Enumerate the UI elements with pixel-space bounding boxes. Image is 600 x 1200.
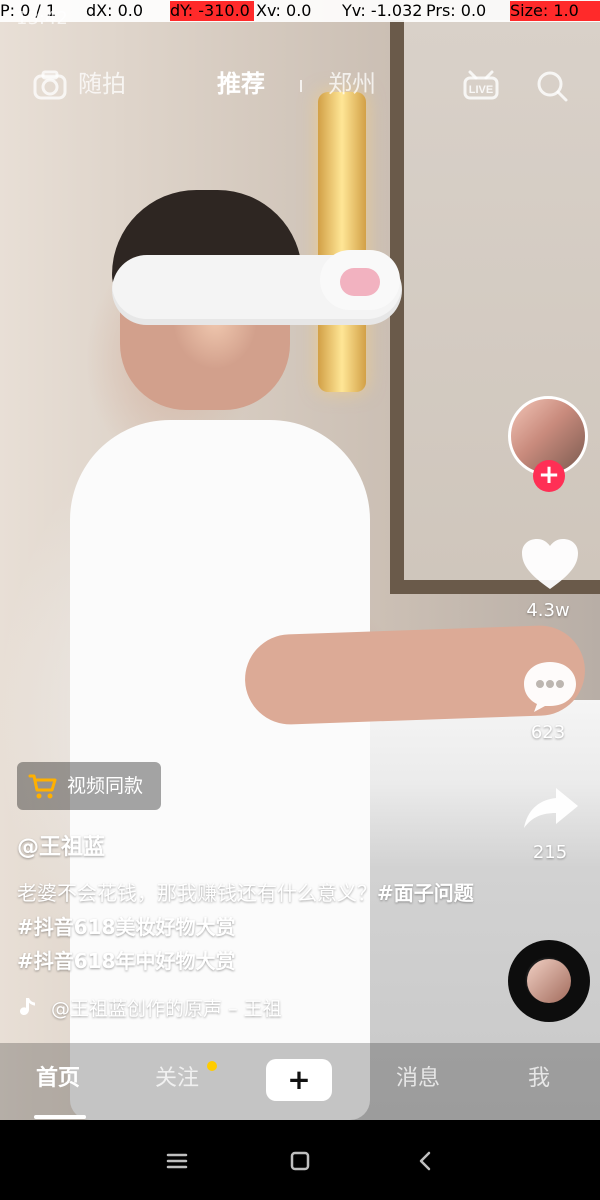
- system-navigation-bar: [0, 1120, 600, 1200]
- hud-prs: Prs: 0.0: [426, 1, 487, 20]
- top-navigation: 随拍 推荐 郑州 LIVE: [0, 58, 600, 114]
- bottom-tabbar: 首页 关注 + 消息 我: [0, 1043, 600, 1120]
- wall-lamp: [318, 92, 366, 392]
- hashtag[interactable]: #面子问题: [377, 881, 474, 905]
- notification-dot: [207, 1061, 217, 1071]
- hud-yv: Yv: -1.032: [342, 1, 423, 20]
- tab-recommend[interactable]: 推荐: [217, 68, 265, 100]
- caption-text: 老婆不会花钱，那我赚钱还有什么意义？#面子问题 #抖音618美妆好物大赏 #抖音…: [17, 876, 477, 978]
- music-disc-icon[interactable]: [508, 940, 590, 1022]
- svg-text:LIVE: LIVE: [469, 84, 493, 96]
- create-button[interactable]: +: [262, 1059, 336, 1101]
- debug-overlay: P: 0 / 1 dX: 0.0 dY: -310.0 Xv: 0.0 Yv: …: [0, 0, 600, 22]
- like-count: 4.3w: [526, 600, 570, 621]
- tiktok-note-icon: [17, 996, 39, 1018]
- create-plus: +: [287, 1063, 311, 1096]
- hud-size: Size: 1.0: [510, 1, 600, 21]
- comment-icon[interactable]: [518, 656, 582, 714]
- share-count: 215: [532, 842, 568, 863]
- comment-count: 623: [530, 722, 566, 743]
- search-icon[interactable]: [532, 66, 572, 106]
- caption-plain: 老婆不会花钱，那我赚钱还有什么意义？: [17, 881, 377, 905]
- camera-icon[interactable]: [30, 66, 70, 106]
- tab-home-underline: [34, 1115, 86, 1119]
- camera-label[interactable]: 随拍: [78, 68, 126, 100]
- tab-home[interactable]: 首页: [36, 1063, 80, 1095]
- like-heart-icon[interactable]: [518, 535, 582, 593]
- tab-messages[interactable]: 消息: [396, 1063, 440, 1095]
- hashtag[interactable]: #抖音618美妆好物大赏: [17, 915, 236, 939]
- live-icon[interactable]: LIVE: [462, 68, 500, 100]
- tab-local[interactable]: 郑州: [328, 68, 376, 100]
- tab-follow[interactable]: 关注: [155, 1063, 199, 1095]
- tab-separator: [300, 80, 302, 92]
- tab-me[interactable]: 我: [528, 1063, 550, 1095]
- music-disc-thumbnail: [527, 959, 571, 1003]
- creator-username[interactable]: @王祖蓝: [17, 832, 477, 864]
- hud-dx: dX: 0.0: [86, 1, 144, 20]
- share-arrow-icon[interactable]: [520, 782, 582, 834]
- screen: P: 0 / 1 dX: 0.0 dY: -310.0 Xv: 0.0 Yv: …: [0, 0, 600, 1200]
- bunny-ear-inner: [340, 268, 380, 296]
- hud-xv: Xv: 0.0: [256, 1, 312, 20]
- hud-dy: dY: -310.0: [170, 1, 254, 21]
- status-time: 13:42: [16, 8, 68, 29]
- sound-line[interactable]: @王祖蓝创作的原声 – 王祖: [17, 995, 282, 1023]
- caption: @王祖蓝 老婆不会花钱，那我赚钱还有什么意义？#面子问题 #抖音618美妆好物大…: [17, 832, 477, 978]
- menu-icon[interactable]: [164, 1148, 190, 1174]
- hashtag[interactable]: #抖音618年中好物大赏: [17, 949, 236, 973]
- shop-label: 视频同款: [67, 775, 144, 797]
- shopping-cart-icon: [27, 772, 57, 800]
- shop-pill[interactable]: 视频同款: [17, 762, 161, 810]
- sound-text: @王祖蓝创作的原声 – 王祖: [51, 998, 282, 1020]
- follow-plus-button[interactable]: +: [533, 460, 565, 492]
- back-icon[interactable]: [412, 1148, 438, 1174]
- home-square-icon[interactable]: [287, 1148, 313, 1174]
